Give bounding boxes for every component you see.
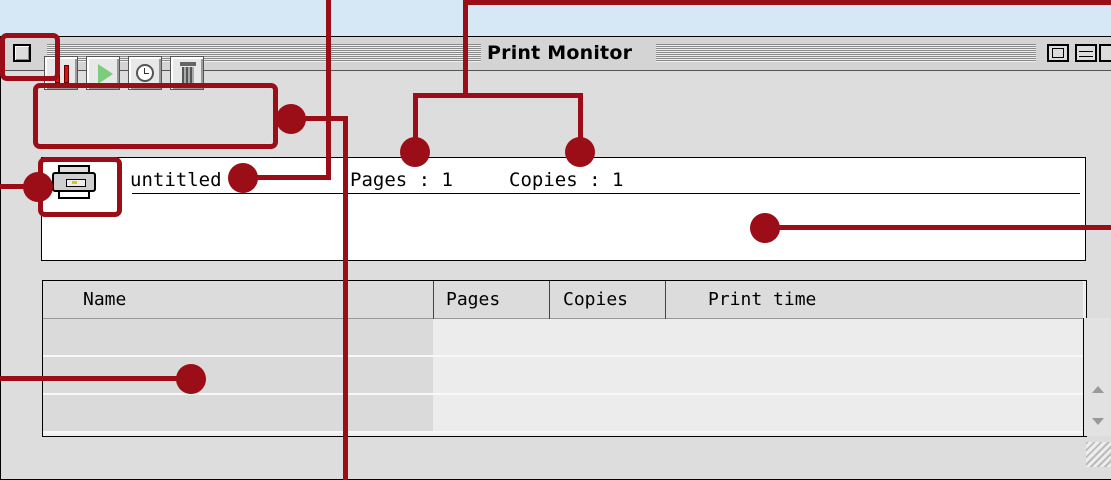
callout-dot-queue (176, 364, 206, 394)
window-title: Print Monitor (487, 42, 633, 64)
job-status-rule (132, 193, 1080, 194)
queue-row[interactable] (43, 395, 1083, 433)
callout-line (343, 116, 348, 480)
callout-close-box (0, 33, 60, 81)
queue-row[interactable] (43, 319, 1083, 357)
collapse-box-edge[interactable] (1099, 44, 1111, 62)
clock-icon (136, 64, 154, 82)
callout-dot-pages (400, 137, 430, 167)
callout-line (463, 0, 1111, 5)
callout-line (0, 184, 30, 189)
zoom-box[interactable] (1047, 44, 1069, 62)
callout-line (0, 376, 180, 381)
callout-line (463, 0, 468, 98)
callout-line (770, 225, 1111, 230)
current-job-pages: Pages : 1 (350, 169, 453, 191)
current-job-name: untitled (130, 169, 222, 191)
scroll-up-arrow[interactable] (1092, 386, 1104, 393)
queue-scrollbar[interactable] (1083, 318, 1111, 436)
resize-grow-box[interactable] (1086, 442, 1111, 467)
column-header-print-time[interactable]: Print time (708, 289, 816, 310)
play-icon (98, 64, 113, 84)
callout-line (413, 93, 583, 98)
column-header-copies[interactable]: Copies (563, 289, 628, 310)
callout-dot-job-name (228, 163, 258, 193)
trash-icon (180, 62, 196, 84)
windowshade-box[interactable] (1075, 44, 1097, 62)
current-job-panel: untitled Pages : 1 Copies : 1 (41, 157, 1086, 261)
callout-line (326, 0, 331, 180)
title-stripes-right (656, 44, 1036, 62)
print-queue-list[interactable]: Name Pages Copies Print time (42, 280, 1087, 437)
column-header-pages[interactable]: Pages (446, 289, 500, 310)
queue-header: Name Pages Copies Print time (43, 281, 1083, 319)
current-job-copies: Copies : 1 (509, 169, 624, 191)
callout-line (300, 116, 348, 121)
scroll-down-arrow[interactable] (1092, 418, 1104, 425)
callout-dot-copies (565, 137, 595, 167)
title-bar[interactable]: Print Monitor (1, 37, 1111, 71)
column-header-name[interactable]: Name (83, 289, 126, 310)
callout-toolbar (33, 83, 278, 149)
